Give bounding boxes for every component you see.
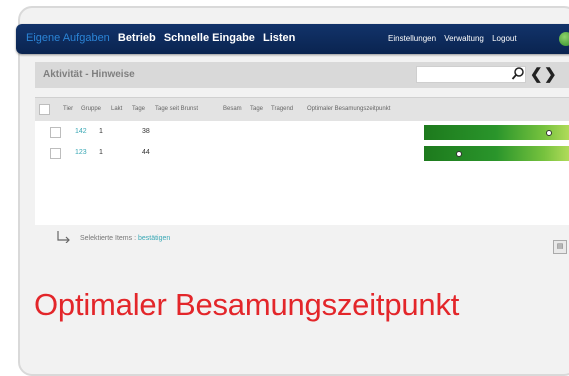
cell-tage: 38 bbox=[142, 128, 150, 135]
column-header-tragend[interactable]: Tragend bbox=[271, 106, 293, 112]
user-nav: Einstellungen Verwaltung Logout bbox=[388, 34, 523, 43]
nav-verwaltung[interactable]: Verwaltung bbox=[444, 34, 484, 43]
feature-caption: Optimaler Besamungszeitpunkt bbox=[34, 287, 460, 322]
nav-betrieb[interactable]: Betrieb bbox=[118, 32, 156, 44]
cell-tage: 44 bbox=[142, 149, 150, 156]
nav-einstellungen[interactable]: Einstellungen bbox=[388, 34, 436, 43]
column-header-tage-seit-brunst[interactable]: Tage seit Brunst bbox=[155, 106, 198, 112]
cell-tier[interactable]: 123 bbox=[75, 149, 87, 156]
table-body: 142 1 38 123 1 44 bbox=[35, 121, 569, 225]
panel-title: Aktivität - Hinweise bbox=[43, 69, 135, 80]
chevron-left-icon[interactable]: ❮ bbox=[530, 65, 543, 83]
nav-logout[interactable]: Logout bbox=[492, 34, 516, 43]
nav-eigene-aufgaben[interactable]: Eigene Aufgaben bbox=[26, 32, 110, 44]
main-nav: Eigene Aufgaben Betrieb Schnelle Eingabe… bbox=[26, 32, 300, 44]
besamungszeitpunkt-bar bbox=[424, 125, 569, 140]
column-header-tage-2[interactable]: Tage bbox=[250, 106, 263, 112]
column-header-besam[interactable]: Besam bbox=[223, 106, 242, 112]
search-icon[interactable] bbox=[511, 66, 525, 82]
confirm-link[interactable]: bestätigen bbox=[138, 235, 170, 242]
column-header-lakt[interactable]: Lakt bbox=[111, 106, 122, 112]
cell-gruppe: 1 bbox=[99, 149, 103, 156]
table-row[interactable]: 123 1 44 bbox=[35, 145, 569, 163]
select-all-checkbox[interactable] bbox=[39, 104, 50, 115]
panel-header: Aktivität - Hinweise ❮ ❯ bbox=[35, 62, 569, 88]
bar-marker bbox=[546, 130, 552, 136]
column-header-gruppe[interactable]: Gruppe bbox=[81, 106, 101, 112]
globe-icon[interactable] bbox=[559, 32, 569, 46]
bar-marker bbox=[456, 151, 462, 157]
cell-tier[interactable]: 142 bbox=[75, 128, 87, 135]
besamungszeitpunkt-bar bbox=[424, 146, 569, 161]
table-row[interactable]: 142 1 38 bbox=[35, 124, 569, 142]
cell-gruppe: 1 bbox=[99, 128, 103, 135]
arrow-return-icon bbox=[57, 231, 70, 243]
selected-items-label: Selektierte Items : bbox=[80, 235, 137, 242]
nav-listen[interactable]: Listen bbox=[263, 32, 295, 44]
column-header-tage[interactable]: Tage bbox=[132, 106, 145, 112]
selected-items-footer: Selektierte Items : bestätigen bbox=[80, 235, 170, 242]
top-navbar: Eigene Aufgaben Betrieb Schnelle Eingabe… bbox=[16, 24, 569, 54]
chevron-right-icon[interactable]: ❯ bbox=[544, 65, 557, 83]
row-checkbox[interactable] bbox=[50, 148, 61, 159]
export-icon[interactable]: ▤ bbox=[553, 240, 567, 254]
search-input[interactable] bbox=[416, 66, 526, 83]
table-header: Tier Gruppe Lakt Tage Tage seit Brunst B… bbox=[35, 97, 569, 123]
column-header-optimaler-besamungszeitpunkt[interactable]: Optimaler Besamungszeitpunkt bbox=[307, 106, 390, 112]
column-header-tier[interactable]: Tier bbox=[63, 106, 73, 112]
row-checkbox[interactable] bbox=[50, 127, 61, 138]
nav-schnelle-eingabe[interactable]: Schnelle Eingabe bbox=[164, 32, 255, 44]
